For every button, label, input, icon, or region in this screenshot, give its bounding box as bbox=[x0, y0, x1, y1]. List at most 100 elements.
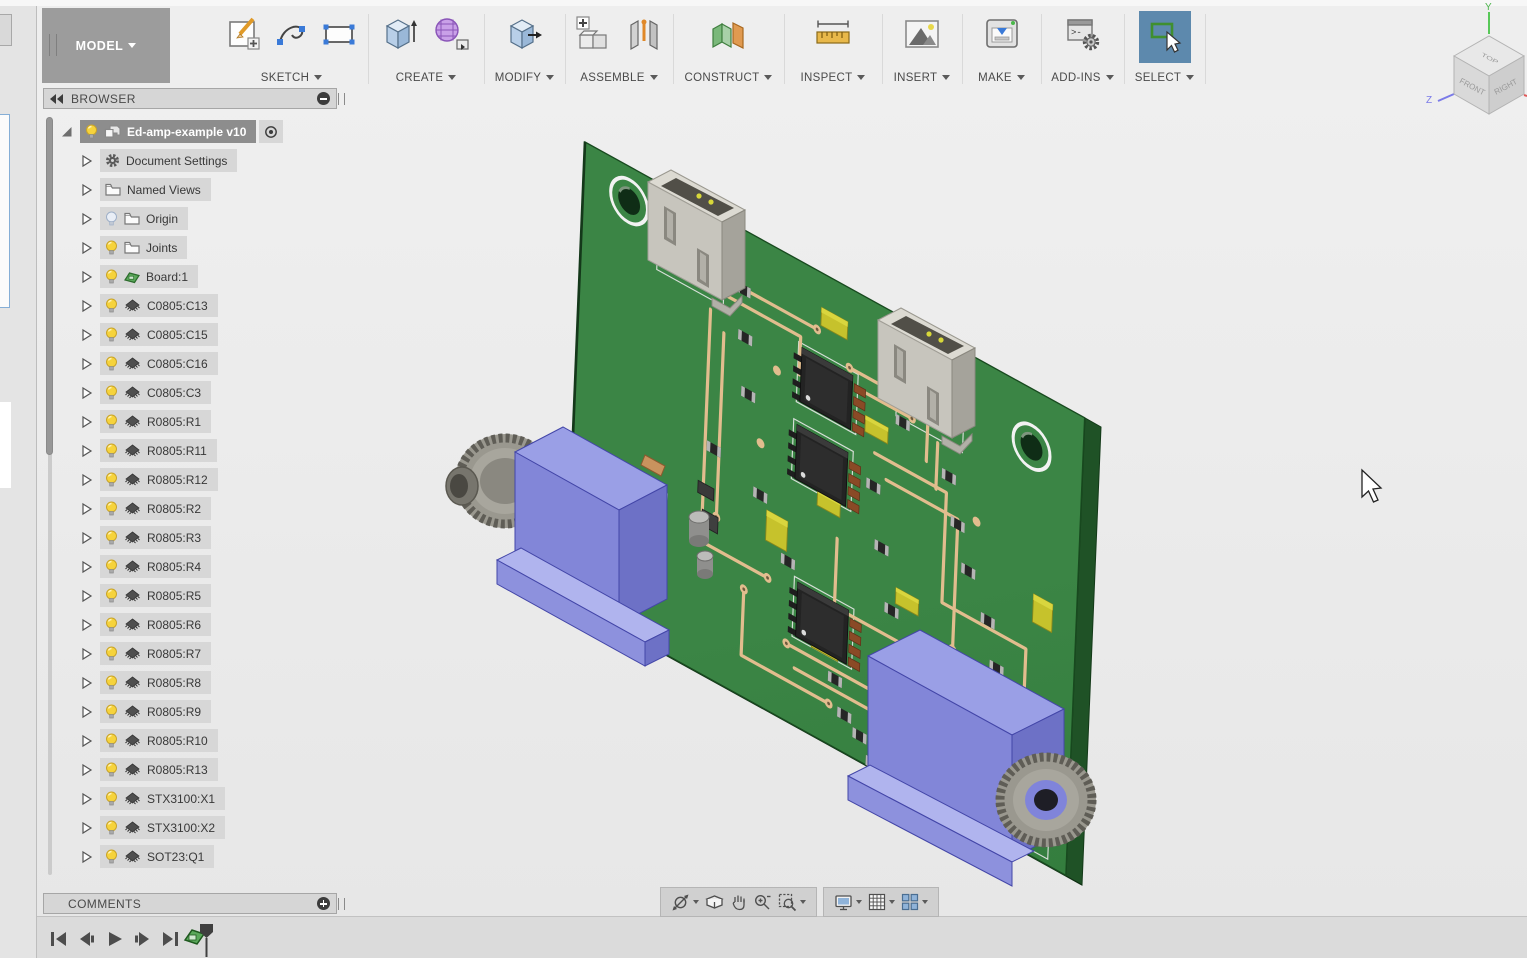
browser-tree-item[interactable]: R0805:R8 bbox=[57, 668, 283, 697]
rectangle-icon[interactable] bbox=[321, 15, 357, 60]
browser-tree-item[interactable]: R0805:R5 bbox=[57, 581, 283, 610]
tree-item-chip[interactable]: C0805:C13 bbox=[100, 294, 218, 317]
browser-tree-item[interactable]: R0805:R12 bbox=[57, 465, 283, 494]
toolbar-dropdown-construct[interactable]: CONSTRUCT bbox=[685, 72, 773, 84]
browser-tree-item[interactable]: R0805:R4 bbox=[57, 552, 283, 581]
joint-icon[interactable] bbox=[625, 15, 663, 60]
create-sketch-icon[interactable] bbox=[227, 15, 263, 60]
browser-tree-item[interactable]: R0805:R13 bbox=[57, 755, 283, 784]
insert-image-icon[interactable] bbox=[903, 16, 941, 59]
browser-tree-item[interactable]: C0805:C16 bbox=[57, 349, 283, 378]
browser-tree-item[interactable]: R0805:R1 bbox=[57, 407, 283, 436]
visibility-bulb-on-icon[interactable] bbox=[105, 559, 118, 575]
step-forward-button[interactable] bbox=[132, 928, 153, 950]
browser-tree-item[interactable]: R0805:R11 bbox=[57, 436, 283, 465]
browser-tree-item[interactable]: Board:1 bbox=[57, 262, 283, 291]
browser-tree-item[interactable]: R0805:R6 bbox=[57, 610, 283, 639]
grid-button[interactable] bbox=[868, 893, 895, 911]
expand-arrow-icon[interactable] bbox=[80, 821, 94, 835]
expand-arrow-icon[interactable] bbox=[80, 676, 94, 690]
visibility-bulb-on-icon[interactable] bbox=[105, 675, 118, 691]
toolbar-dropdown-modify[interactable]: MODIFY bbox=[495, 72, 555, 84]
browser-scrollbar-thumb[interactable] bbox=[46, 117, 53, 455]
visibility-bulb-on-icon[interactable] bbox=[105, 791, 118, 807]
visibility-bulb-on-icon[interactable] bbox=[105, 472, 118, 488]
press-pull-icon[interactable] bbox=[506, 14, 544, 61]
chevron-down-icon[interactable] bbox=[922, 900, 928, 904]
tree-item-chip[interactable]: C0805:C3 bbox=[100, 381, 211, 404]
visibility-bulb-on-icon[interactable] bbox=[105, 530, 118, 546]
tree-item-chip[interactable]: R0805:R7 bbox=[100, 642, 211, 665]
chevron-down-icon[interactable] bbox=[693, 900, 699, 904]
look-at-button[interactable] bbox=[705, 894, 724, 910]
chevron-down-icon[interactable] bbox=[856, 900, 862, 904]
visibility-bulb-on-icon[interactable] bbox=[105, 588, 118, 604]
browser-tree-item[interactable]: R0805:R3 bbox=[57, 523, 283, 552]
expand-arrow-icon[interactable] bbox=[80, 763, 94, 777]
tree-item-chip[interactable]: R0805:R10 bbox=[100, 729, 218, 752]
pan-button[interactable] bbox=[730, 893, 747, 911]
expand-arrow-icon[interactable] bbox=[80, 734, 94, 748]
tree-item-chip[interactable]: STX3100:X2 bbox=[100, 816, 225, 839]
measure-icon[interactable] bbox=[813, 15, 853, 60]
visibility-bulb-off-icon[interactable] bbox=[105, 211, 118, 227]
expand-arrow-icon[interactable] bbox=[80, 560, 94, 574]
visibility-bulb-on-icon[interactable] bbox=[105, 443, 118, 459]
visibility-bulb-on-icon[interactable] bbox=[105, 733, 118, 749]
browser-root-item[interactable]: Ed-amp-example v10 bbox=[57, 117, 283, 146]
tree-item-chip[interactable]: R0805:R11 bbox=[100, 439, 217, 462]
tree-item-chip[interactable]: R0805:R5 bbox=[100, 584, 211, 607]
tree-item-chip[interactable]: R0805:R8 bbox=[100, 671, 211, 694]
tree-item-chip[interactable]: SOT23:Q1 bbox=[100, 845, 214, 868]
tree-item-chip[interactable]: Origin bbox=[100, 207, 188, 230]
3d-print-icon[interactable] bbox=[983, 15, 1021, 60]
tree-item-chip[interactable]: R0805:R6 bbox=[100, 613, 211, 636]
toolbar-dropdown-assemble[interactable]: ASSEMBLE bbox=[580, 72, 657, 84]
visibility-bulb-on-icon[interactable] bbox=[85, 124, 98, 140]
window-zoom-button[interactable] bbox=[778, 893, 806, 912]
comments-header[interactable]: COMMENTS bbox=[43, 893, 337, 914]
collapse-left-icon[interactable] bbox=[50, 94, 63, 104]
go-to-start-button[interactable] bbox=[48, 928, 69, 950]
panel-drag-handle[interactable] bbox=[338, 898, 345, 910]
visibility-bulb-on-icon[interactable] bbox=[105, 704, 118, 720]
collapse-node-icon[interactable] bbox=[317, 92, 330, 105]
browser-tree-item[interactable]: Document Settings bbox=[57, 146, 283, 175]
expand-arrow-icon[interactable] bbox=[80, 241, 94, 255]
browser-tree-item[interactable]: R0805:R9 bbox=[57, 697, 283, 726]
expand-arrow-icon[interactable] bbox=[80, 357, 94, 371]
viewports-button[interactable] bbox=[901, 893, 928, 911]
visibility-bulb-on-icon[interactable] bbox=[105, 414, 118, 430]
visibility-bulb-on-icon[interactable] bbox=[105, 385, 118, 401]
tree-item-chip[interactable]: C0805:C15 bbox=[100, 323, 218, 346]
tree-item-chip[interactable]: R0805:R4 bbox=[100, 555, 211, 578]
expand-arrow-icon[interactable] bbox=[80, 792, 94, 806]
tree-item-chip[interactable]: R0805:R3 bbox=[100, 526, 211, 549]
step-back-button[interactable] bbox=[76, 928, 97, 950]
visibility-bulb-on-icon[interactable] bbox=[105, 269, 118, 285]
timeline-feature[interactable] bbox=[183, 924, 223, 958]
expand-arrow-icon[interactable] bbox=[80, 589, 94, 603]
tree-item-chip[interactable]: R0805:R2 bbox=[100, 497, 211, 520]
browser-tree-item[interactable]: SOT23:Q1 bbox=[57, 842, 283, 871]
collapse-arrow-icon[interactable] bbox=[60, 125, 74, 139]
visibility-bulb-on-icon[interactable] bbox=[105, 617, 118, 633]
create-form-icon[interactable] bbox=[431, 14, 471, 61]
visibility-bulb-on-icon[interactable] bbox=[105, 298, 118, 314]
expand-arrow-icon[interactable] bbox=[80, 473, 94, 487]
tree-item-chip[interactable]: R0805:R12 bbox=[100, 468, 218, 491]
workspace-switcher[interactable]: MODEL bbox=[42, 8, 170, 83]
expand-arrow-icon[interactable] bbox=[80, 183, 94, 197]
toolbar-grip[interactable] bbox=[49, 34, 57, 56]
browser-header[interactable]: BROWSER bbox=[43, 88, 337, 109]
chevron-down-icon[interactable] bbox=[800, 900, 806, 904]
expand-arrow-icon[interactable] bbox=[80, 850, 94, 864]
chevron-down-icon[interactable] bbox=[889, 900, 895, 904]
toolbar-dropdown-inspect[interactable]: INSPECT bbox=[801, 72, 866, 84]
browser-tree-item[interactable]: C0805:C15 bbox=[57, 320, 283, 349]
visibility-bulb-on-icon[interactable] bbox=[105, 646, 118, 662]
browser-tree-item[interactable]: R0805:R10 bbox=[57, 726, 283, 755]
toolbar-dropdown-addins[interactable]: ADD-INS bbox=[1051, 72, 1113, 84]
visibility-bulb-on-icon[interactable] bbox=[105, 762, 118, 778]
tree-item-chip[interactable]: STX3100:X1 bbox=[100, 787, 225, 810]
